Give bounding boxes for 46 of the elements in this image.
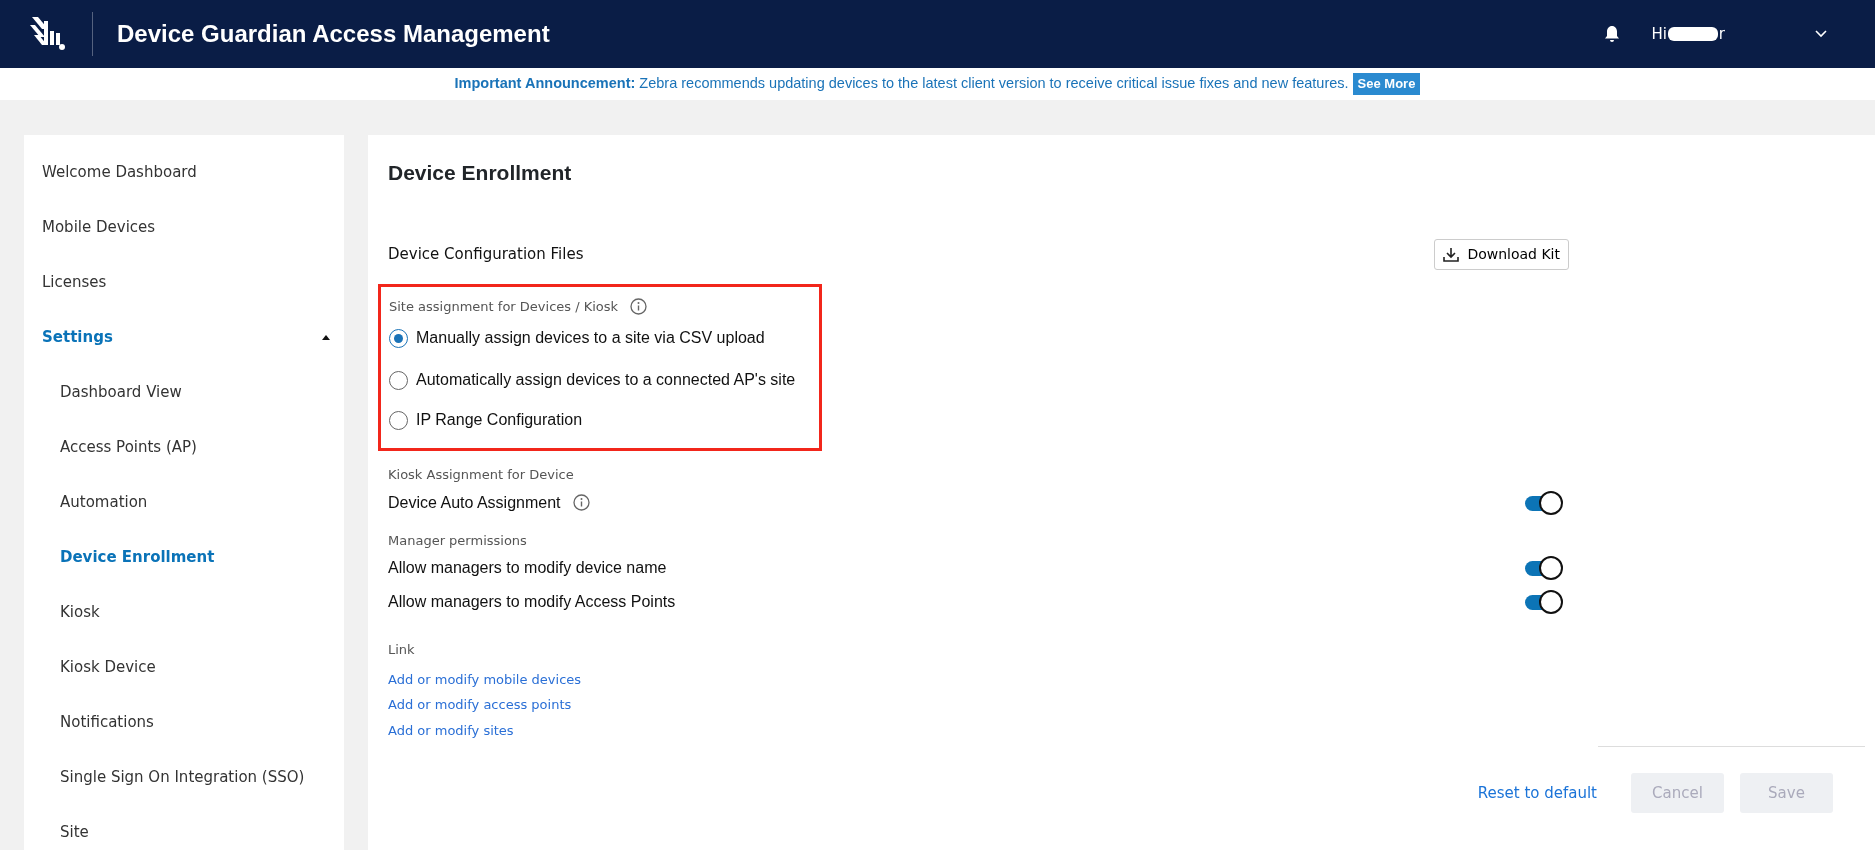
section-label: Manager permissions (388, 531, 528, 550)
toggle-switch[interactable] (1525, 556, 1563, 580)
download-kit-button[interactable]: Download Kit (1434, 238, 1569, 270)
toggle-label: Allow managers to modify Access Points (388, 592, 676, 612)
page-title: Device Enrollment (388, 160, 573, 186)
sidebar-item[interactable]: Automation (24, 475, 344, 530)
sidebar-item[interactable]: Dashboard View (24, 365, 344, 420)
chevron-down-icon[interactable] (1815, 30, 1827, 38)
option-label: IP Range Configuration (416, 410, 583, 430)
field-label: Site assignment for Devices / Kiosk (389, 297, 619, 316)
option-label: Automatically assign devices to a connected AP's site (416, 370, 796, 390)
sidebar-item[interactable]: Access Points (AP) (24, 420, 344, 475)
section-label: Link (388, 641, 416, 659)
greeting-text: Hi (1651, 23, 1667, 45)
sidebar-item[interactable]: Device Enrollment (24, 530, 344, 585)
sidebar-item[interactable]: Settings (24, 310, 344, 365)
toggle-label: Allow managers to modify device name (388, 558, 667, 578)
reset-to-default-link[interactable]: Reset to default (1477, 781, 1597, 805)
logo-icon (28, 15, 68, 53)
section-label: Device Configuration Files (388, 243, 584, 265)
toggle-label: Device Auto Assignment (388, 492, 561, 513)
sidebar-item[interactable]: Kiosk (24, 585, 344, 640)
settings-link[interactable]: Add or modify sites (388, 720, 514, 740)
sidebar-item[interactable]: Single Sign On Integration (SSO) (24, 750, 344, 805)
settings-link[interactable]: Add or modify access points (388, 695, 572, 715)
info-icon[interactable] (572, 494, 590, 511)
download-icon (1443, 246, 1460, 262)
sidebar-item[interactable]: Welcome Dashboard (24, 145, 344, 200)
caret-icon (322, 335, 330, 340)
sidebar-item[interactable]: Site (24, 805, 344, 850)
user-name-text: r (1718, 23, 1725, 45)
option-label: Manually assign devices to a site via CSV upload (416, 328, 765, 348)
see-more-button[interactable]: See More (1352, 73, 1421, 95)
sidebar-item[interactable]: Notifications (24, 695, 344, 750)
info-icon[interactable] (630, 297, 648, 315)
section-label: Kiosk Assignment for Device (388, 466, 575, 484)
announcement-text: Important Announcement: Zebra recommends updating devices to the latest client version to receive critical issue fixes and new features. (454, 74, 1349, 94)
redaction-mark (1667, 27, 1718, 41)
notification-bell-icon[interactable] (1603, 24, 1622, 44)
sidebar-item[interactable]: Licenses (24, 255, 344, 310)
toggle-switch[interactable] (1525, 490, 1563, 515)
sidebar-item[interactable]: Mobile Devices (24, 200, 344, 255)
settings-link[interactable]: Add or modify mobile devices (388, 669, 582, 689)
app-title: Device Guardian Access Management (117, 19, 550, 49)
toggle-switch[interactable] (1525, 590, 1563, 614)
sidebar-item[interactable]: Kiosk Device (24, 640, 344, 695)
